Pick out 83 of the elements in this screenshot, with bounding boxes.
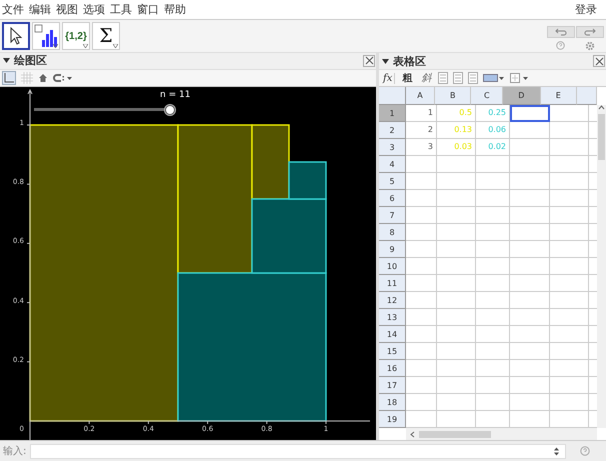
column-header[interactable] bbox=[577, 87, 597, 105]
row-header[interactable]: 3 bbox=[379, 139, 406, 156]
scroll-up-icon[interactable] bbox=[598, 105, 605, 110]
row-header[interactable]: 4 bbox=[379, 156, 406, 173]
sum-tool-button[interactable]: Σ bbox=[92, 22, 120, 50]
align-icon[interactable] bbox=[453, 72, 464, 84]
column-header[interactable]: D bbox=[503, 87, 541, 105]
table-cell[interactable]: 3 bbox=[406, 139, 437, 156]
horizontal-scrollbar[interactable] bbox=[406, 428, 597, 440]
menu-item[interactable]: 帮助 bbox=[162, 2, 189, 17]
bar-chart-icon bbox=[34, 24, 58, 48]
column-header[interactable]: E bbox=[540, 87, 578, 105]
table-cell[interactable] bbox=[510, 105, 550, 122]
menu-item[interactable]: 编辑 bbox=[27, 2, 54, 17]
move-tool-button[interactable] bbox=[2, 22, 30, 50]
pointer-icon bbox=[8, 26, 24, 46]
row-header[interactable]: 12 bbox=[379, 292, 406, 309]
magnet-dropdown-icon[interactable] bbox=[53, 72, 73, 83]
redo-button[interactable] bbox=[576, 26, 604, 38]
settings-icon[interactable] bbox=[584, 40, 595, 50]
row-header[interactable]: 15 bbox=[379, 343, 406, 360]
chart-tool-button[interactable] bbox=[32, 22, 60, 50]
table-cell[interactable]: 2 bbox=[406, 122, 437, 139]
input-label: 输入: bbox=[3, 444, 26, 458]
row-header[interactable]: 13 bbox=[379, 309, 406, 326]
align-icon[interactable] bbox=[438, 72, 448, 84]
italic-button[interactable]: 斜 bbox=[419, 71, 434, 85]
row-header[interactable]: 16 bbox=[379, 360, 406, 377]
corner-header[interactable] bbox=[379, 87, 406, 105]
close-button[interactable] bbox=[593, 55, 605, 67]
help-icon[interactable] bbox=[556, 40, 566, 50]
panel-title: 表格区 bbox=[393, 54, 426, 68]
slider-thumb[interactable] bbox=[165, 104, 175, 115]
collapse-icon[interactable] bbox=[382, 58, 389, 64]
login-link[interactable]: 登录 bbox=[573, 2, 600, 17]
grid-toggle-icon[interactable] bbox=[21, 72, 33, 84]
help-icon[interactable] bbox=[580, 446, 590, 456]
scrollbar-thumb[interactable] bbox=[598, 114, 605, 160]
spinner-icon[interactable] bbox=[554, 446, 560, 456]
dropdown-icon bbox=[113, 44, 118, 48]
bold-button[interactable]: 粗 bbox=[400, 71, 414, 85]
column-header[interactable]: C bbox=[471, 87, 504, 105]
menu-item[interactable]: 工具 bbox=[108, 2, 135, 17]
row-header[interactable]: 11 bbox=[379, 275, 406, 292]
fill-color-dropdown-icon[interactable] bbox=[483, 73, 506, 83]
redo-icon bbox=[584, 28, 596, 36]
menu-item[interactable]: 视图 bbox=[54, 2, 81, 17]
dropdown-icon bbox=[53, 44, 58, 48]
row-header[interactable]: 7 bbox=[379, 207, 406, 224]
input-field[interactable] bbox=[30, 444, 566, 458]
row-header[interactable]: 14 bbox=[379, 326, 406, 343]
scroll-left-icon[interactable] bbox=[410, 430, 415, 438]
panel-title: 绘图区 bbox=[14, 53, 47, 68]
scrollbar-thumb[interactable] bbox=[419, 430, 491, 438]
column-header[interactable]: A bbox=[406, 87, 435, 105]
dropdown-icon bbox=[83, 44, 88, 48]
row-header[interactable]: 8 bbox=[379, 224, 406, 241]
row-header[interactable]: 2 bbox=[379, 122, 406, 139]
collapse-icon[interactable] bbox=[3, 58, 10, 64]
align-icon[interactable] bbox=[468, 72, 478, 84]
row-header[interactable]: 6 bbox=[379, 190, 406, 207]
menu-item[interactable]: 选项 bbox=[81, 2, 108, 17]
row-header[interactable]: 18 bbox=[379, 394, 406, 411]
slider-label: n = 11 bbox=[160, 90, 190, 100]
row-header[interactable]: 1 bbox=[379, 105, 406, 122]
formula-button[interactable]: fx bbox=[381, 72, 396, 84]
undo-button[interactable] bbox=[547, 26, 575, 38]
vertical-scrollbar[interactable] bbox=[597, 105, 606, 428]
row-header[interactable]: 10 bbox=[379, 258, 406, 275]
menu-item[interactable]: 文件 bbox=[0, 2, 27, 17]
list-tool-button[interactable]: {1,2} bbox=[62, 22, 90, 50]
row-header[interactable]: 9 bbox=[379, 241, 406, 258]
column-header[interactable]: B bbox=[434, 87, 472, 105]
menu-item[interactable]: 窗口 bbox=[135, 2, 162, 17]
row-header[interactable]: 5 bbox=[379, 173, 406, 190]
table-cell[interactable]: 1 bbox=[406, 105, 437, 122]
undo-icon bbox=[555, 28, 567, 36]
row-header[interactable]: 19 bbox=[379, 411, 406, 428]
row-header[interactable]: 17 bbox=[379, 377, 406, 394]
border-dropdown-icon[interactable] bbox=[510, 73, 530, 83]
axes-toggle-icon[interactable] bbox=[2, 70, 16, 85]
home-icon[interactable] bbox=[38, 72, 48, 83]
close-button[interactable] bbox=[363, 54, 375, 67]
